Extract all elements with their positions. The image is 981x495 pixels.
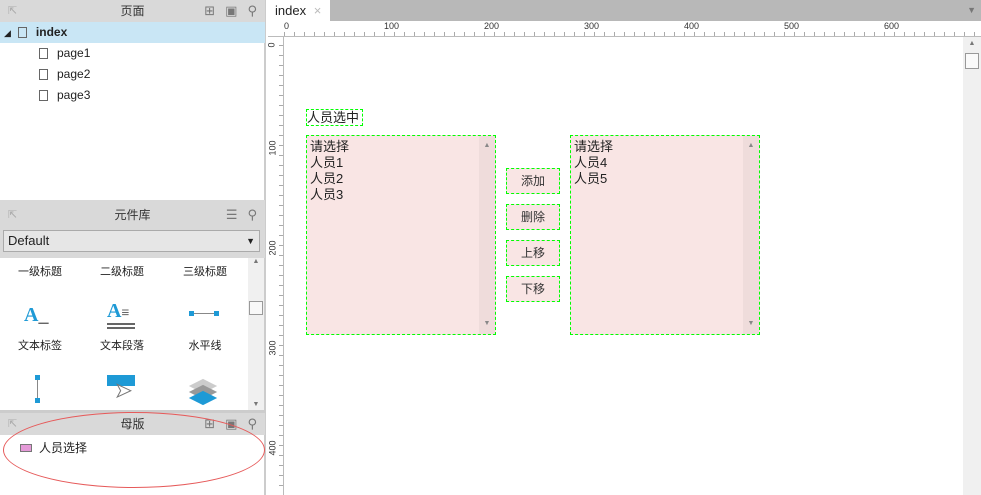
chevron-down-icon: ▼ [246,236,255,246]
library-title: 元件库 [114,208,151,222]
menu-icon[interactable]: ☰ [226,204,238,226]
library-panel-header: ⇱ 元件库 ☰ ⚲ [0,204,265,226]
scrollbar-thumb[interactable] [965,53,979,69]
library-item[interactable]: 水平线 [165,337,245,353]
ruler-tick: 300 [584,21,600,31]
cursor-icon: ➤ [115,380,133,403]
ruler-tick: 500 [784,21,800,31]
pin-icon[interactable]: ⇱ [8,413,17,435]
ruler-tick: 300 [267,340,278,356]
page-icon [39,48,48,60]
tab-index[interactable]: index × [268,0,330,21]
text-paragraph-icon: A≡ [107,300,135,329]
page-item-page2[interactable]: page2 [0,64,265,85]
canvas-scrollbar[interactable]: ▲ [963,37,981,495]
pin-icon[interactable]: ⇱ [8,204,17,226]
horizontal-ruler: 0 100 200 300 400 500 600 [268,21,981,37]
delete-button[interactable]: 删除 [506,204,560,230]
library-item[interactable]: 二级标题 [82,263,162,279]
list-option[interactable]: 人员2 [310,171,492,187]
add-page-icon[interactable]: ⊞ [204,0,215,22]
text-label-icon: A_ [24,304,49,326]
listbox-scrollbar[interactable]: ▲ ▼ [743,136,759,334]
pin-icon[interactable]: ⇱ [8,0,17,22]
page-label: page3 [57,88,91,102]
ruler-tick: 0 [266,42,277,48]
tab-bar: index × ▼ [268,0,981,21]
ruler-tick: 400 [684,21,700,31]
left-listbox[interactable]: 请选择 人员1 人员2 人员3 ▲ ▼ [306,135,496,335]
page-item-page3[interactable]: page3 [0,85,265,106]
library-item[interactable]: 三级标题 [165,263,245,279]
scrollbar-thumb[interactable] [249,301,263,315]
list-option[interactable]: 人员3 [310,187,492,203]
list-option[interactable]: 人员5 [574,171,756,187]
pages-panel-header: ⇱ 页面 ⊞ ▣ ⚲ [0,0,265,22]
ruler-tick: 100 [384,21,400,31]
ruler-tick: 100 [267,140,278,156]
page-item-page1[interactable]: page1 [0,43,265,64]
collapse-icon[interactable]: ◢ [4,28,11,38]
page-item-index[interactable]: ◢ index [0,22,265,43]
tab-label: index [275,3,307,18]
annotation-ellipse [3,412,265,488]
library-item[interactable]: 文本标签 [0,337,80,353]
library-item[interactable]: 一级标题 [0,263,80,279]
left-sidebar: ⇱ 页面 ⊞ ▣ ⚲ ◢ index page1 page2 page3 ⇱ 元件库 … [0,0,266,495]
ruler-tick: 600 [884,21,900,31]
page-label: index [35,25,68,39]
dynamic-panel-icon [188,376,218,406]
list-option[interactable]: 请选择 [310,139,492,155]
ruler-tick: 400 [267,440,278,456]
selected-people-label: 人员选中 [306,109,363,126]
page-icon [39,90,48,102]
vertical-ruler: 0 100 200 300 400 [266,37,284,495]
right-listbox[interactable]: 请选择 人员4 人员5 ▲ ▼ [570,135,760,335]
ruler-tick: 200 [484,21,500,31]
library-dropdown-value: Default [8,233,50,248]
list-option[interactable]: 人员4 [574,155,756,171]
page-label: page1 [57,46,91,60]
pages-title: 页面 [120,4,145,18]
page-icon [17,27,27,39]
library-scrollbar[interactable]: ▲ ▼ [248,258,264,410]
horizontal-line-icon [189,311,219,317]
move-up-button[interactable]: 上移 [506,240,560,266]
page-label: page2 [57,67,91,81]
ruler-tick: 200 [267,240,278,256]
ruler-tick: 0 [284,21,290,31]
listbox-scrollbar[interactable]: ▲ ▼ [479,136,495,334]
add-folder-icon[interactable]: ▣ [225,0,237,22]
tab-menu-chevron-icon[interactable]: ▼ [967,5,976,15]
close-icon[interactable]: × [314,3,322,18]
add-button[interactable]: 添加 [506,168,560,194]
list-option[interactable]: 人员1 [310,155,492,171]
library-dropdown[interactable]: Default ▼ [3,230,260,252]
list-option[interactable]: 请选择 [574,139,756,155]
vertical-line-icon [35,375,40,403]
library-item[interactable]: 文本段落 [82,337,162,353]
search-icon[interactable]: ⚲ [247,0,257,22]
move-down-button[interactable]: 下移 [506,276,560,302]
search-icon[interactable]: ⚲ [247,204,257,226]
page-icon [39,69,48,81]
